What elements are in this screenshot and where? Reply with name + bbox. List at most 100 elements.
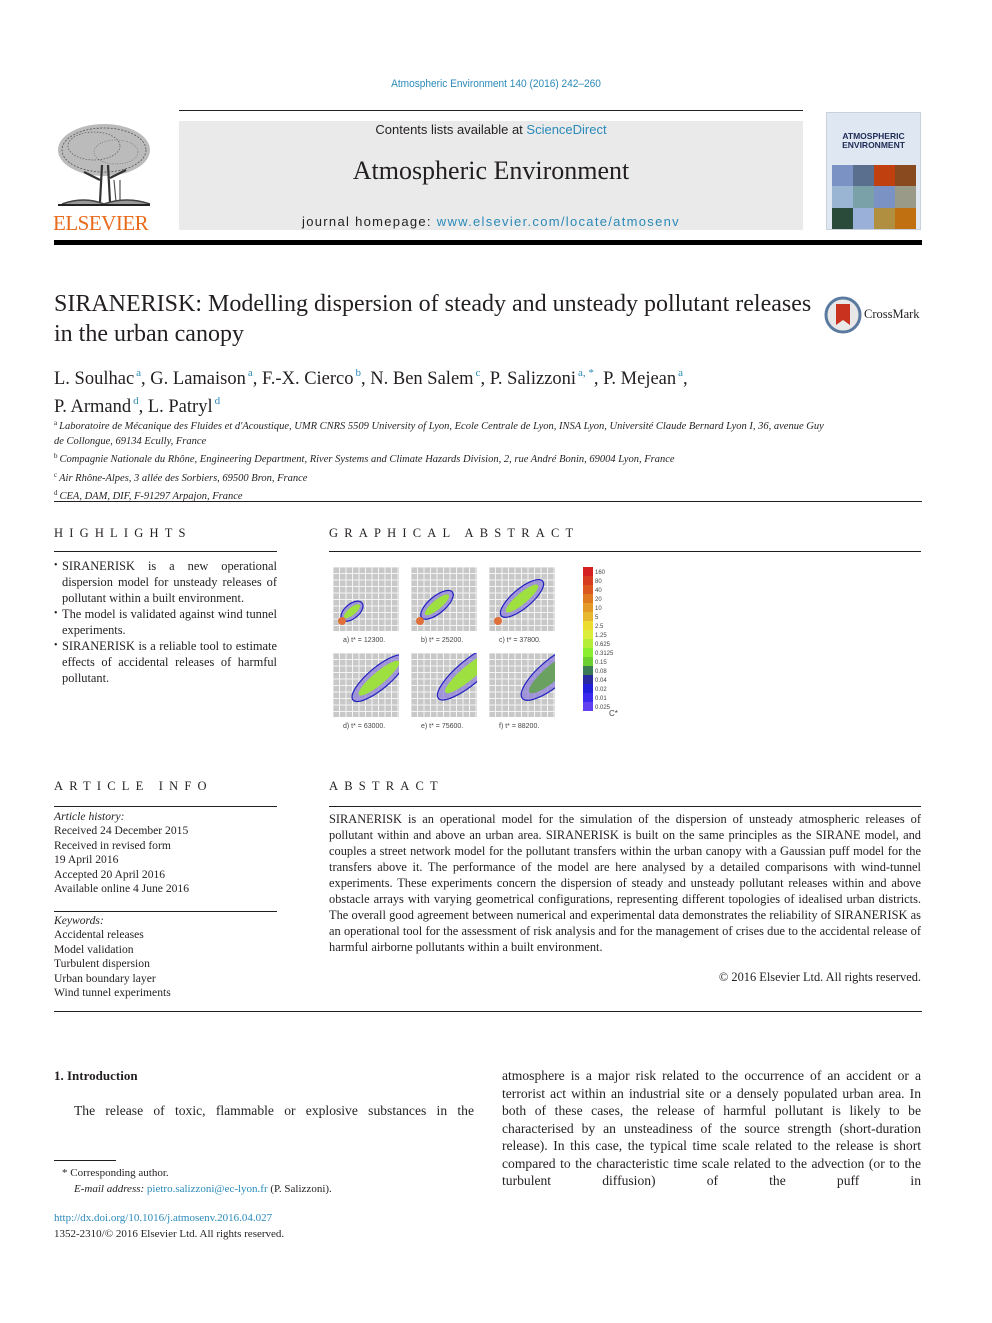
article-history: Article history: Received 24 December 20… (54, 810, 277, 896)
colorbar-segment (583, 603, 593, 612)
sciencedirect-link[interactable]: ScienceDirect (526, 122, 606, 137)
abstract-text: SIRANERISK is an operational model for t… (329, 812, 921, 954)
colorbar-segment (583, 639, 593, 648)
cover-title: ATMOSPHERIC ENVIRONMENT (827, 132, 920, 150)
keyword: Urban boundary layer (54, 971, 156, 985)
colorbar-segment (583, 612, 593, 621)
author[interactable]: G. Lamaison a (150, 367, 253, 389)
colorbar-label: 20 (595, 597, 602, 603)
affiliation-marker[interactable]: a (136, 367, 141, 379)
colorbar-label: 5 (595, 615, 599, 621)
colorbar-label: 0.08 (595, 669, 607, 675)
doi-block: http://dx.doi.org/10.1016/j.atmosenv.201… (54, 1210, 284, 1242)
colorbar-segment (583, 684, 593, 693)
history-item: Received in revised form (54, 838, 171, 852)
affiliation-marker[interactable]: c (476, 367, 481, 379)
divider (329, 806, 921, 807)
ga-panel (488, 644, 586, 719)
email-line: E-mail address: pietro.salizzoni@ec-lyon… (62, 1181, 482, 1197)
author[interactable]: P. Salizzoni a, * (489, 367, 594, 389)
author[interactable]: P. Mejean a (603, 367, 683, 389)
colorbar-segment (583, 702, 593, 711)
author-name: L. Soulhac (54, 369, 135, 389)
colorbar-segment (583, 576, 593, 585)
colorbar-segment (583, 675, 593, 684)
highlight-item: SIRANERISK is a reliable tool to estimat… (54, 638, 277, 686)
affiliation-marker[interactable]: a (678, 367, 683, 379)
highlights-heading: HIGHLIGHTS (54, 526, 192, 540)
homepage-link[interactable]: www.elsevier.com/locate/atmosenv (437, 214, 680, 229)
colorbar-label: 0.625 (595, 642, 611, 648)
affiliation: c Air Rhône-Alpes, 3 allée des Sorbiers, … (54, 468, 834, 487)
journal-cover-thumbnail[interactable]: ATMOSPHERIC ENVIRONMENT (826, 112, 921, 230)
ga-panel-caption: d) t* = 63000. (343, 723, 386, 730)
affiliation-text: Compagnie Nationale du Rhône, Engineerin… (59, 454, 675, 465)
journal-homepage: journal homepage: www.elsevier.com/locat… (179, 214, 803, 229)
colorbar-label: 80 (595, 579, 602, 585)
plume-source (416, 617, 424, 625)
colorbar-label: 0.15 (595, 660, 607, 666)
affiliation-key: c (54, 470, 58, 479)
keyword: Model validation (54, 942, 134, 956)
journal-title: Atmospheric Environment (352, 156, 630, 185)
section-heading-introduction: 1. Introduction (54, 1068, 138, 1083)
abstract-copyright: © 2016 Elsevier Ltd. All rights reserved… (718, 970, 921, 984)
affiliation-marker[interactable]: d (133, 395, 139, 407)
cover-image-grid (832, 165, 916, 229)
colorbar-segment (583, 630, 593, 639)
author[interactable]: N. Ben Salem c (370, 367, 481, 389)
colorbar-label: 2.5 (595, 624, 604, 630)
affiliation-text: Air Rhône-Alpes, 3 allée des Sorbiers, 6… (59, 472, 308, 484)
elsevier-wordmark: ELSEVIER (53, 211, 149, 235)
plume-source (494, 617, 502, 625)
graphical-abstract-heading: GRAPHICAL ABSTRACT (329, 526, 580, 540)
citation-link[interactable]: Atmospheric Environment 140 (2016) 242–2… (391, 78, 601, 90)
cover-title-line-2: ENVIRONMENT (842, 140, 905, 150)
ga-panel (410, 644, 502, 719)
affiliation-text: Laboratoire de Mécanique des Fluides et … (54, 421, 824, 447)
intro-paragraph-right: atmosphere is a major risk related to th… (502, 1068, 921, 1188)
colorbar-unit-label: C* (609, 709, 618, 718)
author-name: P. Salizzoni (489, 369, 577, 389)
journal-citation[interactable]: Atmospheric Environment 140 (2016) 242–2… (40, 78, 953, 90)
crossmark-badge[interactable]: CrossMark (824, 296, 934, 336)
affiliation-marker[interactable]: a (248, 367, 253, 379)
affiliation-list: a Laboratoire de Mécanique des Fluides et… (54, 416, 834, 505)
author-name: P. Armand (54, 397, 132, 417)
ga-panel (332, 652, 407, 719)
contents-prefix: Contents lists available at (375, 122, 527, 137)
affiliation: b Compagnie Nationale du Rhône, Engineeri… (54, 449, 834, 468)
ga-panel-caption: e) t* = 75600. (421, 723, 464, 730)
keywords-label: Keywords: (54, 914, 104, 927)
divider (54, 806, 277, 807)
colorbar-segment (583, 621, 593, 630)
email-link[interactable]: pietro.salizzoni@ec-lyon.fr (147, 1183, 268, 1195)
highlights-list: SIRANERISK is a new operational dispersi… (54, 558, 277, 686)
doi-link[interactable]: http://dx.doi.org/10.1016/j.atmosenv.201… (54, 1212, 272, 1224)
keywords: Keywords: Accidental releases Model vali… (54, 914, 277, 1000)
header-rule-bottom (54, 240, 922, 245)
author[interactable]: L. Patryl d (148, 395, 221, 417)
author[interactable]: F.-X. Cierco b (262, 367, 362, 389)
colorbar-label: 10 (595, 606, 602, 612)
email-label: E-mail address: (74, 1183, 147, 1195)
affiliation-marker[interactable]: a, * (578, 367, 594, 379)
author-name: G. Lamaison (150, 369, 246, 389)
colorbar-segment (583, 567, 593, 576)
crossmark-label: CrossMark (864, 307, 920, 321)
history-item: 19 April 2016 (54, 853, 119, 867)
affiliation-marker[interactable]: d (215, 395, 221, 407)
affiliation: a Laboratoire de Mécanique des Fluides et… (54, 416, 834, 449)
ga-panel (410, 566, 477, 633)
colorbar-segment (583, 585, 593, 594)
colorbar-label: 0.04 (595, 678, 607, 684)
affiliation-marker[interactable]: b (356, 367, 362, 379)
author[interactable]: L. Soulhac a (54, 367, 141, 389)
author[interactable]: P. Armand d (54, 395, 139, 417)
highlight-item: The model is validated against wind tunn… (54, 606, 277, 638)
colorbar-label: 40 (595, 588, 602, 594)
contents-line: Contents lists available at ScienceDirec… (179, 121, 803, 137)
article-info-heading: ARTICLE INFO (54, 779, 213, 793)
divider (54, 911, 277, 912)
colorbar-segment (583, 657, 593, 666)
